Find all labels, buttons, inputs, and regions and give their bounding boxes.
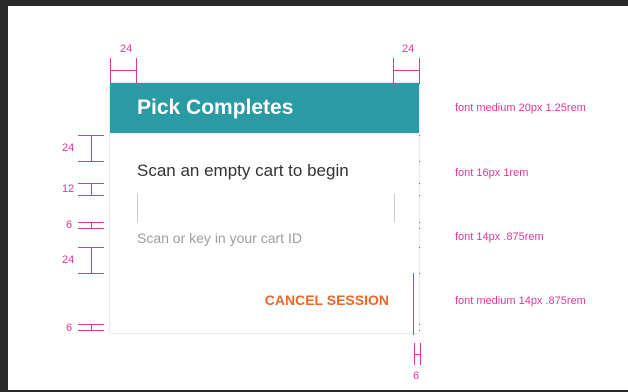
spacing-label: 24 (62, 254, 75, 266)
redline (414, 354, 421, 355)
redline (110, 58, 111, 84)
redline (78, 273, 104, 274)
dialog-header: Pick Completes (110, 83, 419, 133)
redline (110, 70, 137, 71)
note-button-font: font medium 14px .875rem (455, 295, 586, 307)
note-input-font: font 14px .875rem (455, 231, 544, 243)
cart-id-placeholder: Scan or key in your cart ID (137, 230, 302, 246)
spacing-label: 6 (66, 322, 73, 334)
spec-canvas: 24 24 24 12 6 24 6 Pick Completes Scan a… (8, 6, 628, 390)
pick-completes-dialog: Pick Completes Scan an empty cart to beg… (110, 83, 419, 333)
spacing-label: 6 (66, 219, 73, 231)
redline (136, 58, 137, 84)
redline (78, 195, 104, 196)
spacing-label: 6 (413, 370, 420, 382)
right-margin-label: 24 (402, 43, 415, 55)
redline (91, 135, 92, 161)
redline (393, 58, 394, 84)
redline (78, 161, 104, 162)
cancel-session-button[interactable]: CANCEL SESSION (265, 292, 389, 308)
note-message-font: font 16px 1rem (455, 167, 529, 179)
left-margin-label: 24 (120, 43, 133, 55)
redline (393, 70, 420, 71)
spacing-label: 12 (62, 183, 75, 195)
redline (413, 273, 414, 335)
dialog-title: Pick Completes (137, 96, 294, 119)
cart-id-input[interactable] (137, 194, 395, 222)
note-title-font: font medium 20px 1.25rem (455, 102, 586, 114)
dialog-message: Scan an empty cart to begin (137, 161, 349, 180)
redline (91, 247, 92, 273)
redline (78, 228, 104, 229)
redline (419, 58, 420, 84)
spacing-label: 24 (62, 142, 75, 154)
redline (91, 183, 92, 195)
redline (78, 330, 104, 331)
